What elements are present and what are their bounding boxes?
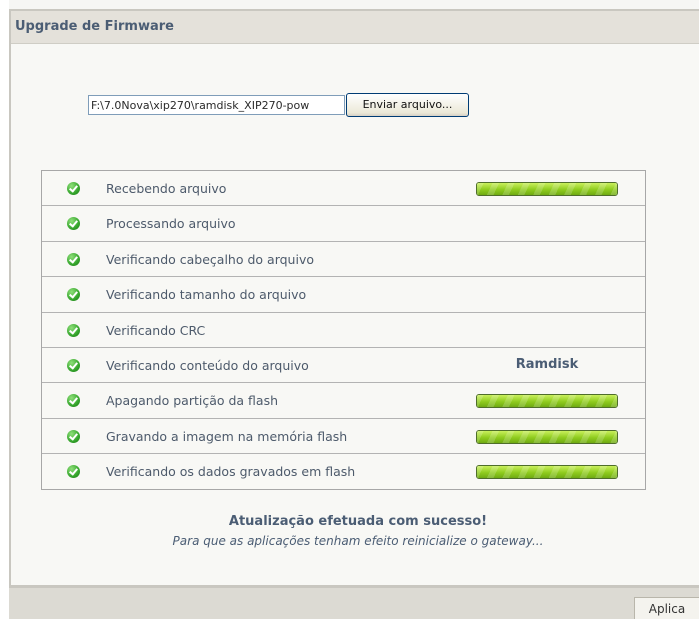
- check-icon: [67, 394, 80, 408]
- progress-bar: [476, 182, 618, 196]
- step-label: Processando arquivo: [106, 216, 236, 232]
- check-icon: [67, 323, 80, 337]
- step-label: Recebendo arquivo: [106, 181, 227, 196]
- progress-fill: [477, 466, 617, 479]
- step-verify-crc: Verificando CRC: [42, 313, 645, 348]
- step-label: Verificando tamanho do arquivo: [106, 287, 307, 303]
- check-icon: [67, 252, 80, 266]
- step-verify-header: Verificando cabeçalho do arquivo: [42, 242, 645, 278]
- check-icon: [67, 429, 80, 443]
- progress-fill: [477, 430, 617, 443]
- step-receiving-file: Recebendo arquivo: [42, 171, 645, 207]
- step-label: Verificando cabeçalho do arquivo: [106, 251, 314, 267]
- send-file-button[interactable]: Enviar arquivo...: [346, 93, 469, 117]
- progress-fill: [477, 183, 617, 195]
- check-icon: [67, 217, 80, 231]
- step-label: Verificando CRC: [106, 322, 206, 338]
- content-type-value: Ramdisk: [515, 356, 579, 372]
- file-path-input[interactable]: F:\7.0Nova\xip270\ramdisk_XIP270-pow: [88, 95, 345, 115]
- panel-header: Upgrade de Firmware: [11, 11, 699, 44]
- step-label: Verificando conteúdo do arquivo: [106, 357, 309, 373]
- progress-bar: [476, 429, 618, 444]
- step-verify-written-data: Verificando os dados gravados em flash: [42, 454, 645, 489]
- step-processing-file: Processando arquivo: [42, 206, 645, 242]
- step-erase-flash: Apagando partição da flash: [42, 383, 645, 419]
- check-icon: [67, 288, 80, 302]
- step-label: Gravando a imagem na memória flash: [106, 428, 348, 444]
- progress-bar: [476, 465, 618, 480]
- step-write-flash: Gravando a imagem na memória flash: [42, 419, 645, 455]
- success-message: Para que as aplicações tenham efeito rei…: [172, 534, 544, 548]
- footer-bar: [9, 587, 699, 619]
- check-icon: [67, 465, 80, 479]
- step-label: Verificando os dados gravados em flash: [106, 464, 356, 480]
- check-icon: [67, 182, 80, 195]
- step-label: Apagando partição da flash: [106, 393, 279, 409]
- progress-fill: [477, 395, 617, 408]
- step-verify-size: Verificando tamanho do arquivo: [42, 277, 645, 313]
- progress-bar: [476, 394, 618, 409]
- apply-button[interactable]: Aplica: [634, 597, 699, 619]
- check-icon: [67, 358, 80, 372]
- panel-title: Upgrade de Firmware: [15, 19, 174, 34]
- step-verify-content: Verificando conteúdo do arquivo Ramdisk: [42, 348, 645, 384]
- upgrade-steps-list: Recebendo arquivo Processando arquivo Ve…: [41, 170, 646, 490]
- success-title: Atualização efetuada com sucesso!: [228, 514, 488, 529]
